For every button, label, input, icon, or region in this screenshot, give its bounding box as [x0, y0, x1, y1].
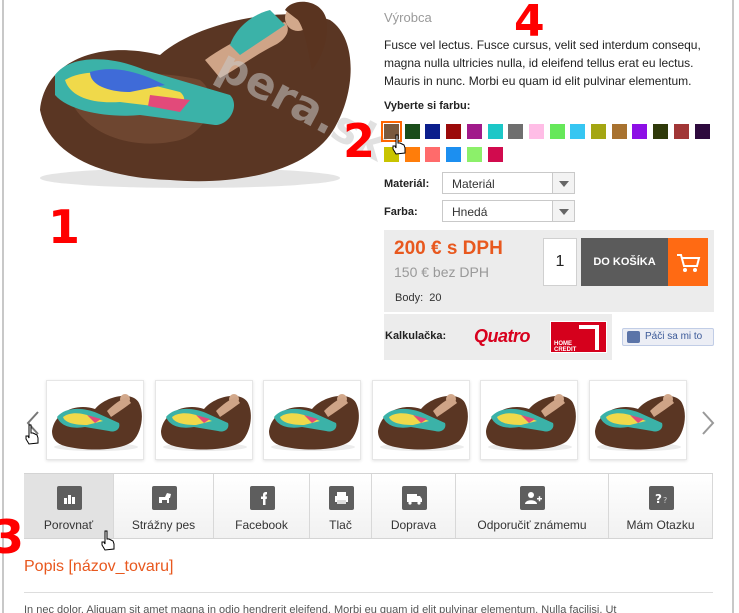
color-select-value: Hnedá — [452, 205, 488, 219]
color-swatch[interactable] — [446, 147, 462, 162]
color-swatch[interactable] — [611, 124, 627, 139]
facebook-icon — [249, 486, 275, 510]
tab-facebook[interactable]: Facebook — [214, 474, 310, 538]
description-section-title: Popis [názov_tovaru] — [24, 558, 174, 575]
product-thumbnail[interactable] — [154, 380, 253, 460]
description-body-text: In nec dolor. Aliquam sit amet magna in … — [24, 604, 617, 613]
color-swatch[interactable] — [466, 124, 482, 139]
color-swatch[interactable] — [632, 124, 648, 139]
tab-label: Strážny pes — [131, 518, 196, 532]
chevron-down-icon[interactable] — [552, 173, 574, 193]
annotation-marker-2: 2 — [343, 114, 376, 168]
material-label: Materiál: — [384, 178, 430, 190]
color-select[interactable]: Hnedá — [442, 200, 575, 222]
points-info: Body: 20 — [395, 292, 442, 304]
color-swatch[interactable] — [653, 124, 669, 139]
thumbnail-carousel — [46, 380, 696, 462]
annotation-marker-1: 1 — [48, 200, 81, 254]
question-icon: ?? — [648, 486, 674, 510]
tab-question[interactable]: ?? Mám Otazku — [609, 474, 713, 538]
carousel-next-button[interactable] — [700, 410, 716, 436]
chart-icon — [56, 486, 82, 510]
color-swatch[interactable] — [425, 147, 441, 162]
tab-label: Odporučiť známemu — [477, 518, 587, 532]
tab-chart[interactable]: Porovnať — [24, 474, 114, 538]
hand-cursor-icon — [101, 530, 115, 551]
tab-dog[interactable]: Strážny pes — [114, 474, 214, 538]
product-thumbnail[interactable] — [263, 380, 362, 460]
hand-cursor-icon — [392, 134, 406, 155]
right-frame-border — [732, 0, 734, 613]
cart-icon-button[interactable] — [668, 238, 708, 286]
color-swatch[interactable] — [466, 147, 482, 162]
annotation-marker-3: 3 — [0, 510, 25, 564]
price-box: 200 € s DPH 150 € bez DPH Body: 20 1 DO … — [384, 230, 714, 312]
color-swatch[interactable] — [528, 124, 544, 139]
printer-icon — [328, 486, 354, 510]
tab-label: Doprava — [390, 518, 437, 532]
svg-text:?: ? — [663, 496, 667, 505]
product-thumbnail[interactable] — [589, 380, 687, 460]
color-swatch[interactable] — [425, 124, 441, 139]
tab-label: Mám Otazku — [626, 518, 695, 532]
loan-calculator-box: Kalkulačka: Quatro HOME CREDIT — [384, 314, 612, 360]
quatro-logo[interactable]: Quatro — [474, 326, 531, 347]
color-swatch[interactable] — [508, 124, 524, 139]
material-select[interactable]: Materiál — [442, 172, 575, 194]
product-thumbnail[interactable] — [46, 380, 144, 460]
points-value: 20 — [429, 292, 442, 304]
color-swatch[interactable] — [694, 124, 710, 139]
chevron-down-icon[interactable] — [552, 201, 574, 221]
shopping-cart-icon — [677, 254, 701, 272]
color-swatch[interactable] — [446, 124, 462, 139]
hand-cursor-icon — [25, 424, 39, 445]
add-user-icon — [520, 486, 545, 510]
tab-add-user[interactable]: Odporučiť známemu — [456, 474, 609, 538]
facebook-like-label: Páči sa mi to — [645, 331, 703, 342]
home-credit-logo[interactable]: HOME CREDIT — [550, 321, 607, 353]
tab-printer[interactable]: Tlač — [310, 474, 372, 538]
color-picker-label: Vyberte si farbu: — [384, 100, 471, 112]
product-thumbnail[interactable] — [371, 380, 470, 460]
home-credit-house-icon — [579, 325, 599, 350]
tab-truck[interactable]: Doprava — [372, 474, 456, 538]
price-without-vat: 150 € bez DPH — [394, 264, 489, 280]
color-swatch[interactable] — [673, 124, 689, 139]
quantity-input[interactable]: 1 — [543, 238, 577, 286]
product-description: Fusce vel lectus. Fusce cursus, velit se… — [384, 38, 701, 88]
chevron-right-icon — [702, 411, 715, 435]
tab-label: Tlač — [329, 518, 352, 532]
truck-icon — [401, 486, 427, 510]
color-swatch[interactable] — [570, 124, 586, 139]
color-select-label: Farba: — [384, 206, 418, 218]
add-to-cart-button[interactable]: DO KOŠÍKA — [581, 238, 668, 286]
svg-text:?: ? — [655, 492, 662, 506]
dog-icon — [151, 486, 177, 510]
thumbs-up-icon — [627, 331, 640, 343]
price-with-vat: 200 € s DPH — [394, 238, 503, 259]
material-select-value: Materiál — [452, 177, 495, 191]
color-swatch[interactable] — [591, 124, 606, 139]
color-swatch[interactable] — [549, 124, 565, 139]
product-thumbnail[interactable] — [480, 380, 579, 460]
points-label: Body: — [395, 292, 424, 304]
section-divider — [24, 592, 713, 593]
color-swatch[interactable] — [487, 124, 503, 139]
tab-label: Facebook — [235, 518, 288, 532]
producer-label: Výrobca — [384, 10, 432, 25]
product-action-tabs: Porovnať Strážny pes Facebook Tlač Doprava Od… — [24, 473, 713, 539]
calculator-label: Kalkulačka: — [385, 330, 447, 342]
color-swatch[interactable] — [487, 147, 503, 162]
facebook-like-button[interactable]: Páči sa mi to — [622, 328, 714, 346]
